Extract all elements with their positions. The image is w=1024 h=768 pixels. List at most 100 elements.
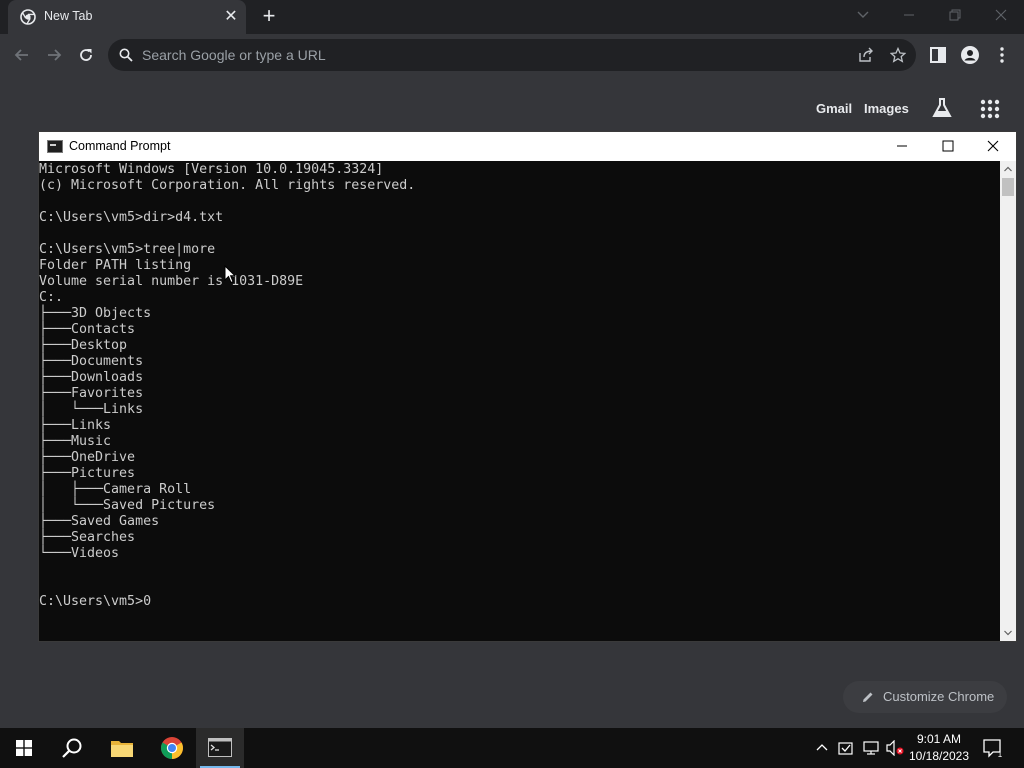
cmd-title: Command Prompt [69, 139, 171, 153]
back-arrow-icon [14, 49, 28, 61]
console-line: Folder PATH listing [39, 258, 192, 273]
bookmark-star-icon[interactable] [890, 47, 906, 63]
console-line: ├───Searches [39, 530, 136, 545]
clock-date: 10/18/2023 [908, 749, 970, 763]
console-line: ├───OneDrive [39, 450, 136, 465]
taskbar-command-prompt[interactable] [196, 728, 244, 768]
maximize-icon [942, 140, 954, 152]
chrome-menu-button[interactable] [988, 41, 1016, 69]
browser-close-button[interactable] [978, 0, 1024, 30]
scroll-up-button[interactable] [1000, 161, 1016, 177]
console-line: C:\Users\vm5>tree|more [39, 242, 216, 257]
console-line: ├───Links [39, 418, 112, 433]
tab-new-tab[interactable]: New Tab ✕ [8, 0, 246, 34]
taskbar-search-button[interactable] [48, 728, 96, 768]
omnibox-placeholder: Search Google or type a URL [142, 47, 326, 63]
back-button[interactable] [8, 41, 36, 69]
notification-count-badge: 1 [997, 750, 1003, 759]
windows-logo-icon [16, 740, 32, 756]
chrome-labs-flask-icon[interactable] [930, 96, 954, 120]
chrome-icon [161, 737, 183, 759]
console-scrollbar[interactable] [1000, 161, 1016, 641]
side-panel-icon [930, 47, 946, 63]
console-line: │ └───Links [39, 402, 144, 417]
console-line: ├───Contacts [39, 322, 136, 337]
browser-toolbar: Search Google or type a URL [0, 34, 1024, 76]
clock-time: 9:01 AM [916, 732, 962, 746]
console-line: C:. [39, 290, 64, 305]
console-line: ├───Saved Games [39, 514, 160, 529]
console-line: (c) Microsoft Corporation. All rights re… [39, 178, 416, 193]
console-line: │ ├───Camera Roll [39, 482, 192, 497]
reload-icon [80, 49, 92, 61]
command-prompt-icon [208, 738, 232, 757]
forward-arrow-icon [48, 49, 62, 61]
console-line: ├───Music [39, 434, 112, 449]
taskbar-file-explorer[interactable] [98, 728, 146, 768]
customize-chrome-label: Customize Chrome [883, 689, 995, 704]
close-icon [987, 140, 999, 152]
chevron-up-icon [1004, 166, 1012, 172]
customize-chrome-button[interactable]: Customize Chrome [843, 681, 1007, 713]
cmd-titlebar[interactable]: Command Prompt [39, 132, 1016, 161]
cmd-minimize-button[interactable] [879, 132, 925, 161]
google-apps-grid-icon[interactable] [980, 99, 1000, 119]
update-status-icon[interactable] [838, 740, 856, 756]
omnibox[interactable]: Search Google or type a URL [108, 39, 916, 71]
gmail-link[interactable]: Gmail [816, 101, 852, 116]
console-line: Microsoft Windows [Version 10.0.19045.33… [39, 162, 384, 177]
new-tab-button[interactable]: + [258, 5, 280, 28]
tab-close-icon[interactable]: ✕ [222, 8, 240, 26]
tab-title: New Tab [44, 9, 93, 23]
cmd-app-icon [47, 140, 63, 153]
show-hidden-icons-chevron-icon[interactable] [816, 742, 828, 752]
browser-minimize-button[interactable] [886, 0, 932, 30]
taskbar-chrome[interactable] [148, 728, 196, 768]
scroll-down-button[interactable] [1000, 625, 1016, 641]
forward-button[interactable] [40, 41, 68, 69]
console-line: ├───Documents [39, 354, 144, 369]
volume-muted-icon[interactable] [886, 740, 904, 756]
command-prompt-window[interactable]: Command Prompt Microsoft Windows [Versio… [38, 131, 1017, 642]
chevron-down-icon [1004, 630, 1012, 636]
console-line: ├───Desktop [39, 338, 128, 353]
share-icon[interactable] [858, 47, 874, 63]
console-line: ├───Downloads [39, 370, 144, 385]
search-icon [62, 738, 82, 758]
folder-icon [111, 741, 133, 757]
cmd-maximize-button[interactable] [925, 132, 971, 161]
console-text: Microsoft Windows [Version 10.0.19045.33… [39, 162, 1000, 610]
chrome-icon [20, 9, 36, 25]
windows-taskbar: 9:01 AM 10/18/2023 1 [0, 728, 1024, 768]
console-line: C:\Users\vm5>dir>d4.txt [39, 210, 224, 225]
side-panel-button[interactable] [924, 41, 952, 69]
browser-restore-button[interactable] [932, 0, 978, 30]
console-line: Volume serial number is 1031-D89E [39, 274, 304, 289]
start-button[interactable] [0, 728, 48, 768]
console-line: └───Videos [39, 546, 120, 561]
reload-button[interactable] [72, 41, 100, 69]
images-link[interactable]: Images [864, 101, 909, 116]
search-icon [119, 48, 133, 62]
network-icon[interactable] [862, 740, 880, 756]
console-line: ├───Favorites [39, 386, 144, 401]
cmd-close-button[interactable] [970, 132, 1016, 161]
mouse-pointer-icon [224, 265, 236, 284]
kebab-menu-icon [1000, 47, 1004, 63]
console-line: C:\Users\vm5>0 [39, 594, 152, 609]
tab-strip: New Tab ✕ + [0, 0, 1024, 34]
taskbar-clock[interactable]: 9:01 AM 10/18/2023 [905, 731, 973, 765]
tab-search-icon[interactable] [856, 8, 870, 22]
pencil-icon [863, 692, 873, 702]
profile-button[interactable] [956, 41, 984, 69]
console-line: ├───3D Objects [39, 306, 152, 321]
scrollbar-thumb[interactable] [1002, 178, 1014, 196]
console-line: ├───Pictures [39, 466, 136, 481]
console-line: │ └───Saved Pictures [39, 498, 216, 513]
console-output[interactable]: Microsoft Windows [Version 10.0.19045.33… [39, 161, 1000, 641]
profile-avatar-icon [961, 46, 979, 64]
